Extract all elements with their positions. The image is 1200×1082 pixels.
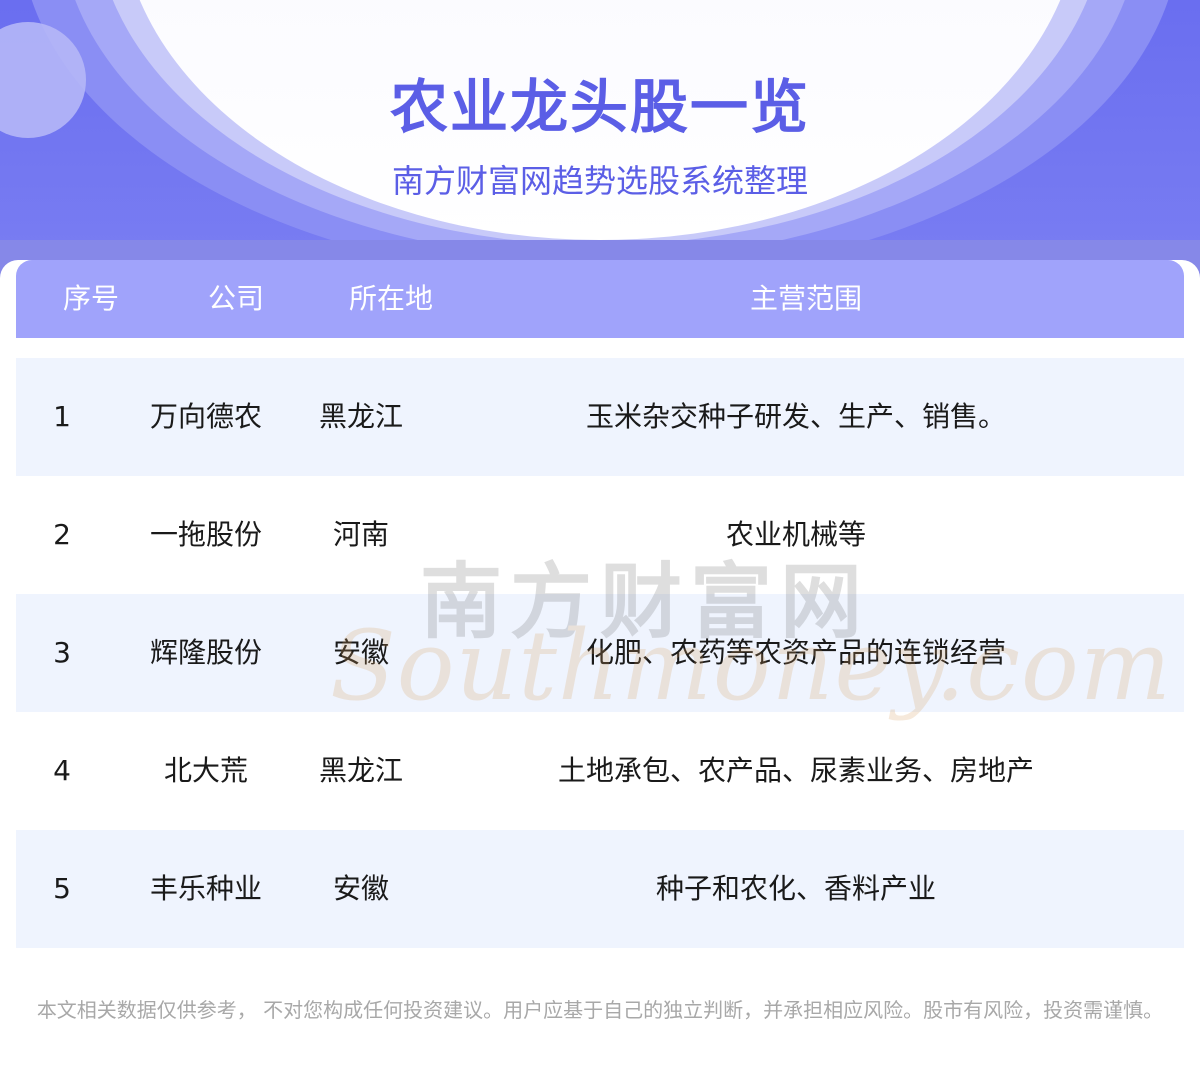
table-row: 3 辉隆股份 安徽 化肥、农药等农资产品的连锁经营 [16,594,1184,712]
cell-company: 丰乐种业 [149,872,262,905]
cell-scope: 土地承包、农产品、尿素业务、房地产 [557,754,1034,787]
table-header: 序号 公司 所在地 主营范围 [16,260,1184,338]
column-header-seq: 序号 [62,282,119,315]
page-title: 农业龙头股一览 [389,73,810,141]
cell-scope: 化肥、农药等农资产品的连锁经营 [585,636,1006,669]
cell-company: 北大荒 [163,754,248,787]
column-header-location: 所在地 [348,282,433,315]
cell-location: 黑龙江 [318,400,403,433]
page-subtitle: 南方财富网趋势选股系统整理 [391,162,808,200]
table-row: 4 北大荒 黑龙江 土地承包、农产品、尿素业务、房地产 [16,712,1184,830]
cell-seq: 1 [53,400,71,433]
column-header-scope: 主营范围 [749,282,862,315]
hero-banner [0,0,1200,300]
cell-location: 安徽 [332,636,389,669]
cell-seq: 3 [53,636,71,669]
table-row: 1 万向德农 黑龙江 玉米杂交种子研发、生产、销售。 [16,358,1184,476]
cell-seq: 5 [53,872,71,905]
cell-seq: 2 [53,518,71,551]
cell-seq: 4 [53,754,71,787]
cell-scope: 农业机械等 [725,518,866,551]
cell-location: 安徽 [332,872,389,905]
table-row: 5 丰乐种业 安徽 种子和农化、香料产业 [16,830,1184,948]
cell-location: 黑龙江 [318,754,403,787]
cell-scope: 种子和农化、香料产业 [655,872,936,905]
column-header-company: 公司 [207,282,264,315]
cell-company: 一拖股份 [149,518,262,551]
cell-company: 万向德农 [149,400,262,433]
disclaimer: 本文相关数据仅供参考， 不对您构成任何投资建议。用户应基于自己的独立判断，并承担… [36,998,1164,1022]
cell-company: 辉隆股份 [149,636,262,669]
cell-location: 河南 [332,518,389,551]
table-row: 2 一拖股份 河南 农业机械等 [16,476,1184,594]
cell-scope: 玉米杂交种子研发、生产、销售。 [585,400,1006,433]
